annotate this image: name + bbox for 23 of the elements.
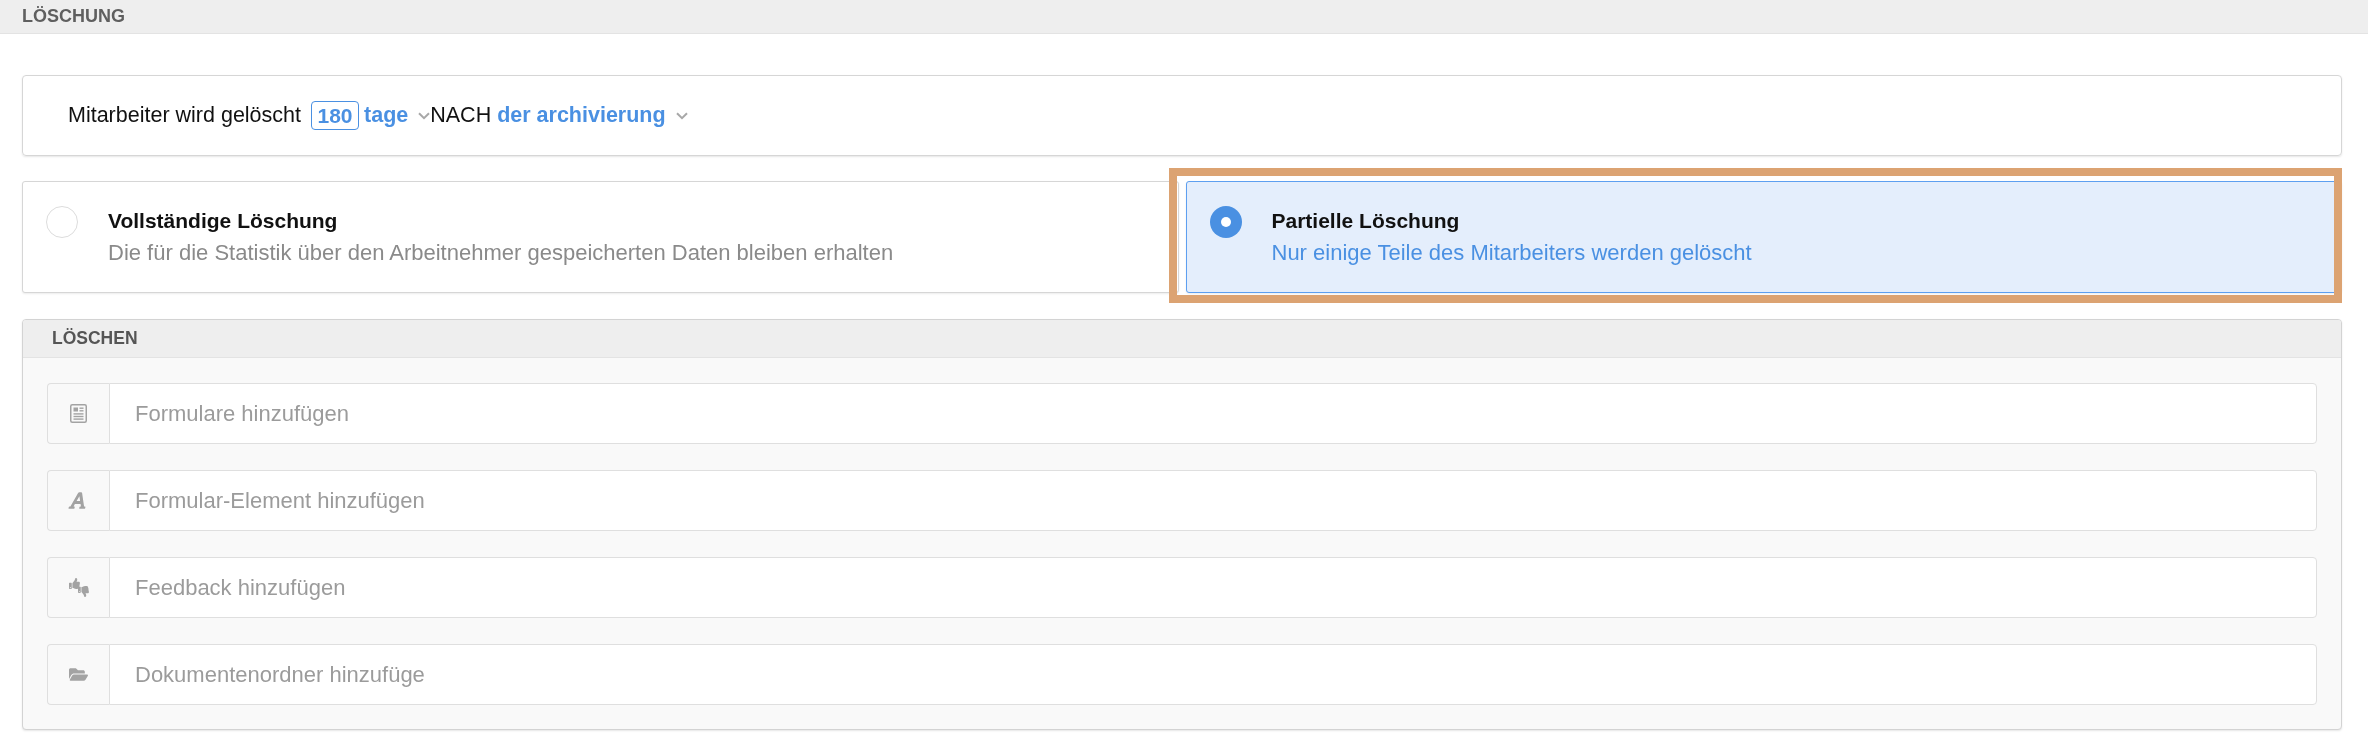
option-description: Nur einige Teile des Mitarbeiters werden gelöscht — [1271, 240, 1752, 265]
radio-button[interactable] — [46, 206, 78, 238]
folder-icon — [69, 665, 88, 684]
chevron-down-icon — [418, 111, 431, 120]
thumbs-up-down-icon — [68, 578, 89, 597]
option-title: Vollständige Löschung — [108, 208, 338, 233]
section-header: LÖSCHUNG — [0, 0, 2368, 34]
radio-button[interactable] — [1209, 206, 1242, 238]
days-input[interactable]: 180 — [311, 101, 359, 130]
option-card[interactable]: Vollständige Löschung Die für die Statistik über den Arbeitnehmer gespeicherten Daten bleiben erhalten — [22, 181, 1179, 293]
input-field[interactable]: Formulare hinzufügen — [109, 383, 2317, 444]
document-icon — [70, 404, 87, 423]
unit-dropdown[interactable]: tage — [364, 103, 431, 128]
option-title: Partielle Löschung — [1271, 208, 1460, 233]
reference-dropdown[interactable]: der archivierung — [497, 103, 688, 128]
retention-label: Mitarbeiter wird gelöscht — [68, 103, 301, 128]
input-field[interactable]: Formular-Element hinzufügen — [109, 470, 2317, 531]
option-description: Die für die Statistik über den Arbeitnehmer gespeicherten Daten bleiben erhalten — [108, 240, 894, 265]
input-field[interactable]: Dokumentenordner hinzufüge — [109, 644, 2317, 705]
connector-label: NACH — [430, 103, 492, 128]
chevron-down-icon — [675, 111, 688, 120]
input-field[interactable]: Feedback hinzufügen — [109, 557, 2317, 618]
panel-header: LÖSCHEN — [23, 320, 2341, 358]
